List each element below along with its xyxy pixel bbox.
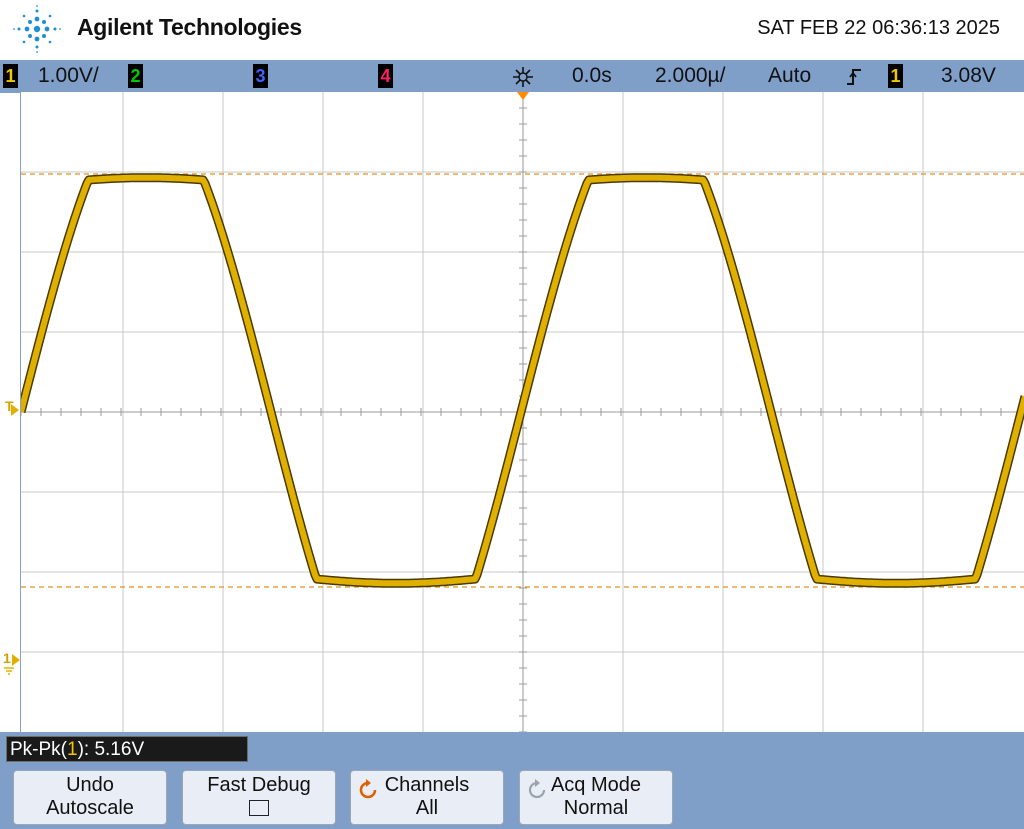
autoscale-label: Autoscale [46,797,134,819]
ground-arrow-icon [12,654,20,666]
softkey-bar: Undo Autoscale Fast Debug Channels All A… [0,768,1024,829]
timebase: 2.000µ/ [655,64,726,87]
channel-2-indicator[interactable]: 2 [128,64,143,88]
channel-1-indicator[interactable]: 1 [3,64,18,88]
agilent-logo-icon [13,5,61,53]
trigger-source: 1 [888,64,903,88]
trigger-level-marker: T [5,398,19,416]
fast-debug-checkbox[interactable] [249,800,269,816]
trigger-mode: Auto [768,64,812,87]
fast-debug-button[interactable]: Fast Debug [182,770,336,825]
trigger-position-marker [517,92,529,100]
ground-marker-label: 1 [3,650,11,666]
measurement-label: Pk-Pk( [10,739,67,760]
measurement-bar: Pk-Pk(1): 5.16V [0,732,1024,768]
undo-label: Undo [66,774,114,796]
ground-icon [4,667,14,675]
channel-3-indicator[interactable]: 3 [253,64,268,88]
measurement-channel: 1 [67,739,78,760]
rising-edge-icon [847,69,861,85]
status-bar: 1 1.00V/ 2 3 4 0.0s 2.000µ/ Auto 1 3.08V [0,60,1024,93]
brand-name: Agilent Technologies [77,14,302,40]
channel-1-ground-marker: 1 [3,650,20,675]
measurement-value: ): 5.16V [77,739,145,760]
channel-1-scale: 1.00V/ [38,64,99,87]
rotate-knob-icon [528,779,546,799]
undo-autoscale-button[interactable]: Undo Autoscale [13,770,167,825]
trigger-arrow-icon [11,404,19,416]
channel-4-indicator[interactable]: 4 [378,64,393,88]
acq-mode-button[interactable]: Acq Mode Normal [519,770,673,825]
waveform-display[interactable] [20,92,1024,732]
header: Agilent Technologies SAT FEB 22 06:36:13… [0,0,1024,60]
pk-pk-measurement: Pk-Pk(1): 5.16V [6,736,248,762]
horizontal-delay: 0.0s [572,64,612,87]
fast-debug-label: Fast Debug [207,774,311,796]
waveform-graticule [21,92,1024,732]
rotate-knob-icon [359,779,377,799]
trigger-level: 3.08V [941,64,996,87]
channels-button[interactable]: Channels All [350,770,504,825]
date-time: SAT FEB 22 06:36:13 2025 [757,17,1000,39]
delay-icon [513,67,533,87]
